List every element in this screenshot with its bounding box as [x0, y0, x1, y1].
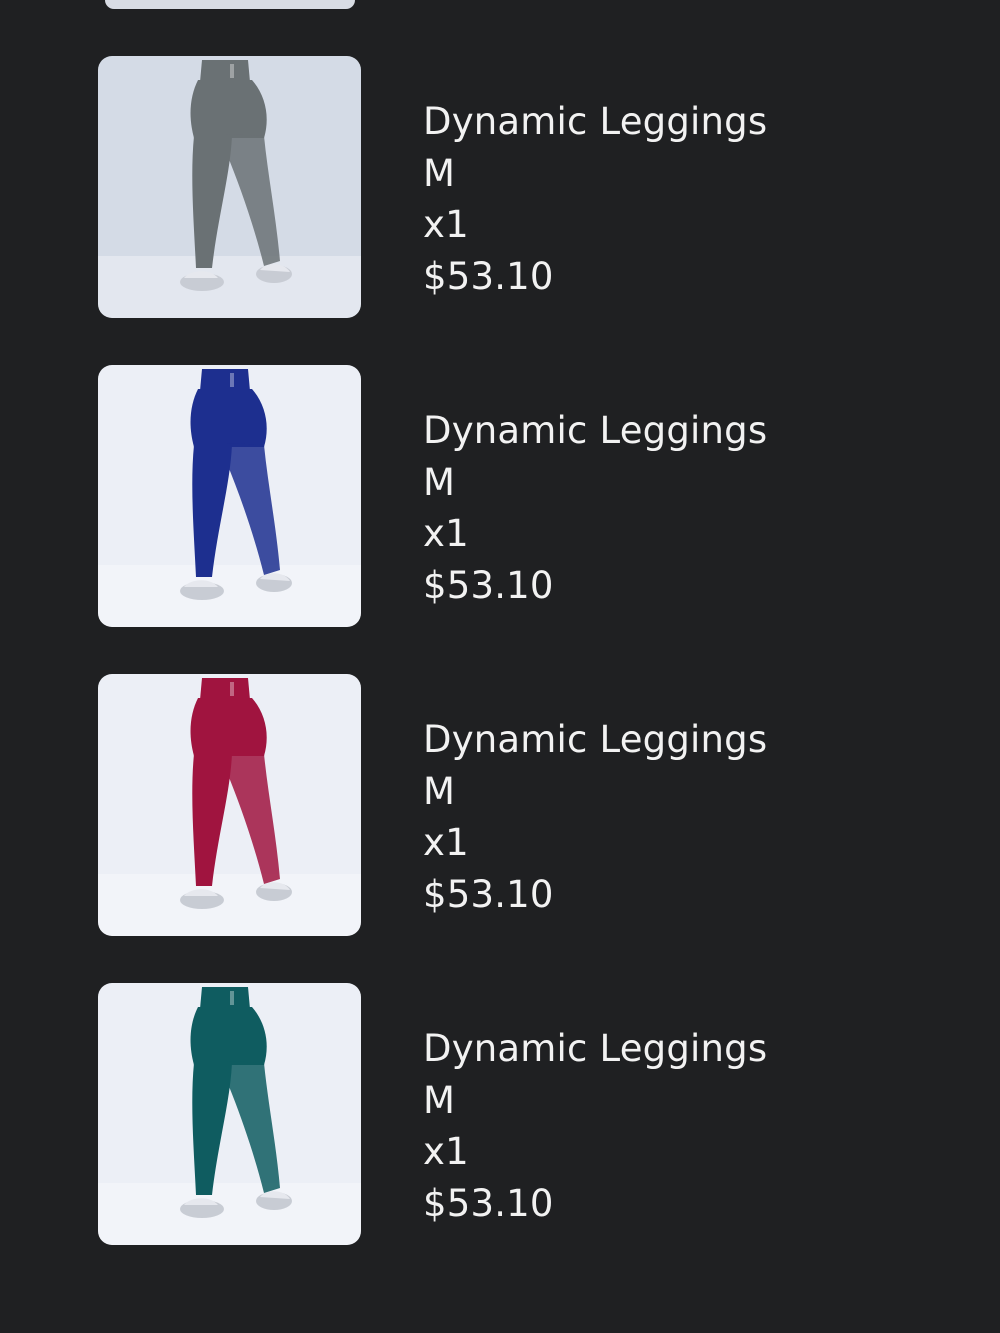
product-price: $53.10 — [423, 254, 554, 298]
product-quantity: x1 — [423, 821, 469, 864]
order-item[interactable]: Dynamic Leggings M x1 $53.10 — [0, 365, 1000, 627]
berry-leggings-photo — [98, 674, 361, 936]
product-name: Dynamic Leggings — [423, 100, 768, 143]
product-price: $53.10 — [423, 872, 554, 916]
order-item[interactable]: Dynamic Leggings M x1 $53.10 — [0, 983, 1000, 1245]
product-name: Dynamic Leggings — [423, 1027, 768, 1070]
product-details: Dynamic Leggings M x1 $53.10 — [423, 405, 767, 611]
product-image — [98, 983, 361, 1245]
product-image — [98, 674, 361, 936]
product-name: Dynamic Leggings — [423, 718, 768, 761]
product-size: M — [423, 151, 456, 195]
product-quantity: x1 — [423, 512, 469, 555]
product-details: Dynamic Leggings M x1 $53.10 — [423, 96, 767, 302]
product-price: $53.10 — [423, 563, 554, 607]
grey-leggings-photo — [98, 56, 361, 318]
product-image — [98, 365, 361, 627]
previous-item-image-edge — [105, 0, 355, 9]
product-price: $53.10 — [423, 1181, 554, 1225]
product-quantity: x1 — [423, 203, 469, 246]
product-size: M — [423, 460, 456, 504]
product-image — [98, 56, 361, 318]
product-name: Dynamic Leggings — [423, 409, 768, 452]
order-items-list: Dynamic Leggings M x1 $53.10 Dynamic Leg… — [0, 56, 1000, 1292]
order-item[interactable]: Dynamic Leggings M x1 $53.10 — [0, 674, 1000, 936]
product-size: M — [423, 769, 456, 813]
order-item[interactable]: Dynamic Leggings M x1 $53.10 — [0, 56, 1000, 318]
product-size: M — [423, 1078, 456, 1122]
teal-leggings-photo — [98, 983, 361, 1245]
product-details: Dynamic Leggings M x1 $53.10 — [423, 1023, 767, 1229]
product-quantity: x1 — [423, 1130, 469, 1173]
product-details: Dynamic Leggings M x1 $53.10 — [423, 714, 767, 920]
navy-leggings-photo — [98, 365, 361, 627]
